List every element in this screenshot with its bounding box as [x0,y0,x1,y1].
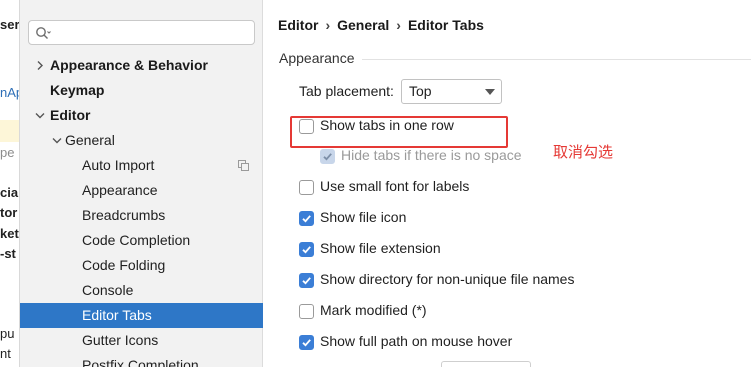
checkbox-unchecked[interactable] [299,180,314,195]
breadcrumb: Editor › General › Editor Tabs [278,17,484,33]
tree-item-appearance-behavior[interactable]: Appearance & Behavior [20,53,263,78]
tree-item-label: Code Completion [82,232,191,248]
tree-item-gutter-icons[interactable]: Gutter Icons [20,328,263,353]
background-fragment: nAp [0,85,19,100]
tree-item-label: Appearance & Behavior [50,57,208,73]
tree-item-label: Console [82,282,134,298]
tree-item-auto-import[interactable]: Auto Import [20,153,263,178]
background-fragment: nt [0,346,11,361]
option-label: Show file icon [320,209,407,225]
tree-item-code-completion[interactable]: Code Completion [20,228,263,253]
tree-item-label: Editor [50,107,91,123]
tree-item-editor[interactable]: Editor [20,103,263,128]
breadcrumb-separator: › [396,17,401,33]
background-fragment: ser [0,17,20,32]
tree-item-label: Editor Tabs [82,307,152,323]
checkbox-checked[interactable] [299,335,314,350]
chevron-down-icon[interactable] [34,103,46,128]
checkbox-unchecked[interactable] [299,304,314,319]
tab-placement-value: Top [409,83,432,99]
chevron-down-icon[interactable] [51,128,63,153]
tree-item-label: General [65,132,115,148]
checkmark-icon [302,246,311,254]
breadcrumb-item-editor[interactable]: Editor [278,17,318,33]
chevron-right-icon[interactable] [34,53,46,78]
option-label: Mark modified (*) [320,302,427,318]
background-editor-strip: ser nAp pe cial tor ket -st pu nt [0,0,20,367]
breadcrumb-item-general[interactable]: General [337,17,389,33]
tree-item-general[interactable]: General [20,128,263,153]
checkmark-icon [302,215,311,223]
option-label: Show full path on mouse hover [320,333,513,349]
checkbox-checked[interactable] [299,242,314,257]
annotation-highlight-box [290,116,508,148]
checkmark-icon [302,277,311,285]
tree-item-breadcrumbs[interactable]: Breadcrumbs [20,203,263,228]
search-icon[interactable] [35,26,51,40]
option-label: Hide tabs if there is no space [341,147,522,163]
tab-placement-label: Tab placement: [299,83,394,99]
settings-search-box[interactable] [28,20,255,45]
background-fragment: -st [0,246,16,261]
chevron-down-icon [485,89,495,95]
bottom-button-fragment [441,361,531,367]
background-fragment: pe [0,145,15,160]
settings-search-input[interactable] [55,23,250,42]
tree-item-label: Auto Import [82,157,155,173]
option-label: Show directory for non-unique file names [320,271,575,287]
tree-item-label: Code Folding [82,257,166,273]
tree-item-label: Keymap [50,82,105,98]
checkbox-checked[interactable] [299,273,314,288]
tree-item-console[interactable]: Console [20,278,263,303]
tree-item-code-folding[interactable]: Code Folding [20,253,263,278]
option-label: Use small font for labels [320,178,470,194]
checkmark-icon [302,339,311,347]
tree-item-keymap[interactable]: Keymap [20,78,263,103]
background-fragment: tor [0,205,18,220]
checkbox-checked[interactable] [299,211,314,226]
annotation-note: 取消勾选 [553,143,614,161]
tab-placement-dropdown[interactable]: Top [401,79,502,104]
breadcrumb-separator: › [325,17,331,33]
checkmark-icon [323,153,332,161]
tree-item-editor-tabs[interactable]: Editor Tabs [20,303,263,328]
project-level-icon [238,160,249,171]
tree-item-postfix-completion[interactable]: Postfix Completion [20,353,263,367]
background-highlight [0,120,19,142]
section-divider [362,59,751,60]
tree-item-label: Postfix Completion [82,357,199,367]
tree-item-appearance[interactable]: Appearance [20,178,263,203]
editor-tabs-settings-panel: Editor › General › Editor Tabs Appearance Ta… [264,0,753,367]
tree-item-label: Appearance [82,182,158,198]
tree-item-label: Breadcrumbs [82,207,166,223]
checkbox-checked [320,149,335,164]
section-title-appearance: Appearance [279,50,355,66]
background-fragment: ket [0,226,19,241]
background-fragment: cial [0,185,20,200]
settings-tree-panel: Appearance & Behavior Keymap Editor General… [20,0,263,367]
option-label: Show file extension [320,240,441,256]
breadcrumb-item-editor-tabs: Editor Tabs [407,17,484,33]
background-fragment: pu [0,326,15,341]
tree-item-label: Gutter Icons [82,332,159,348]
